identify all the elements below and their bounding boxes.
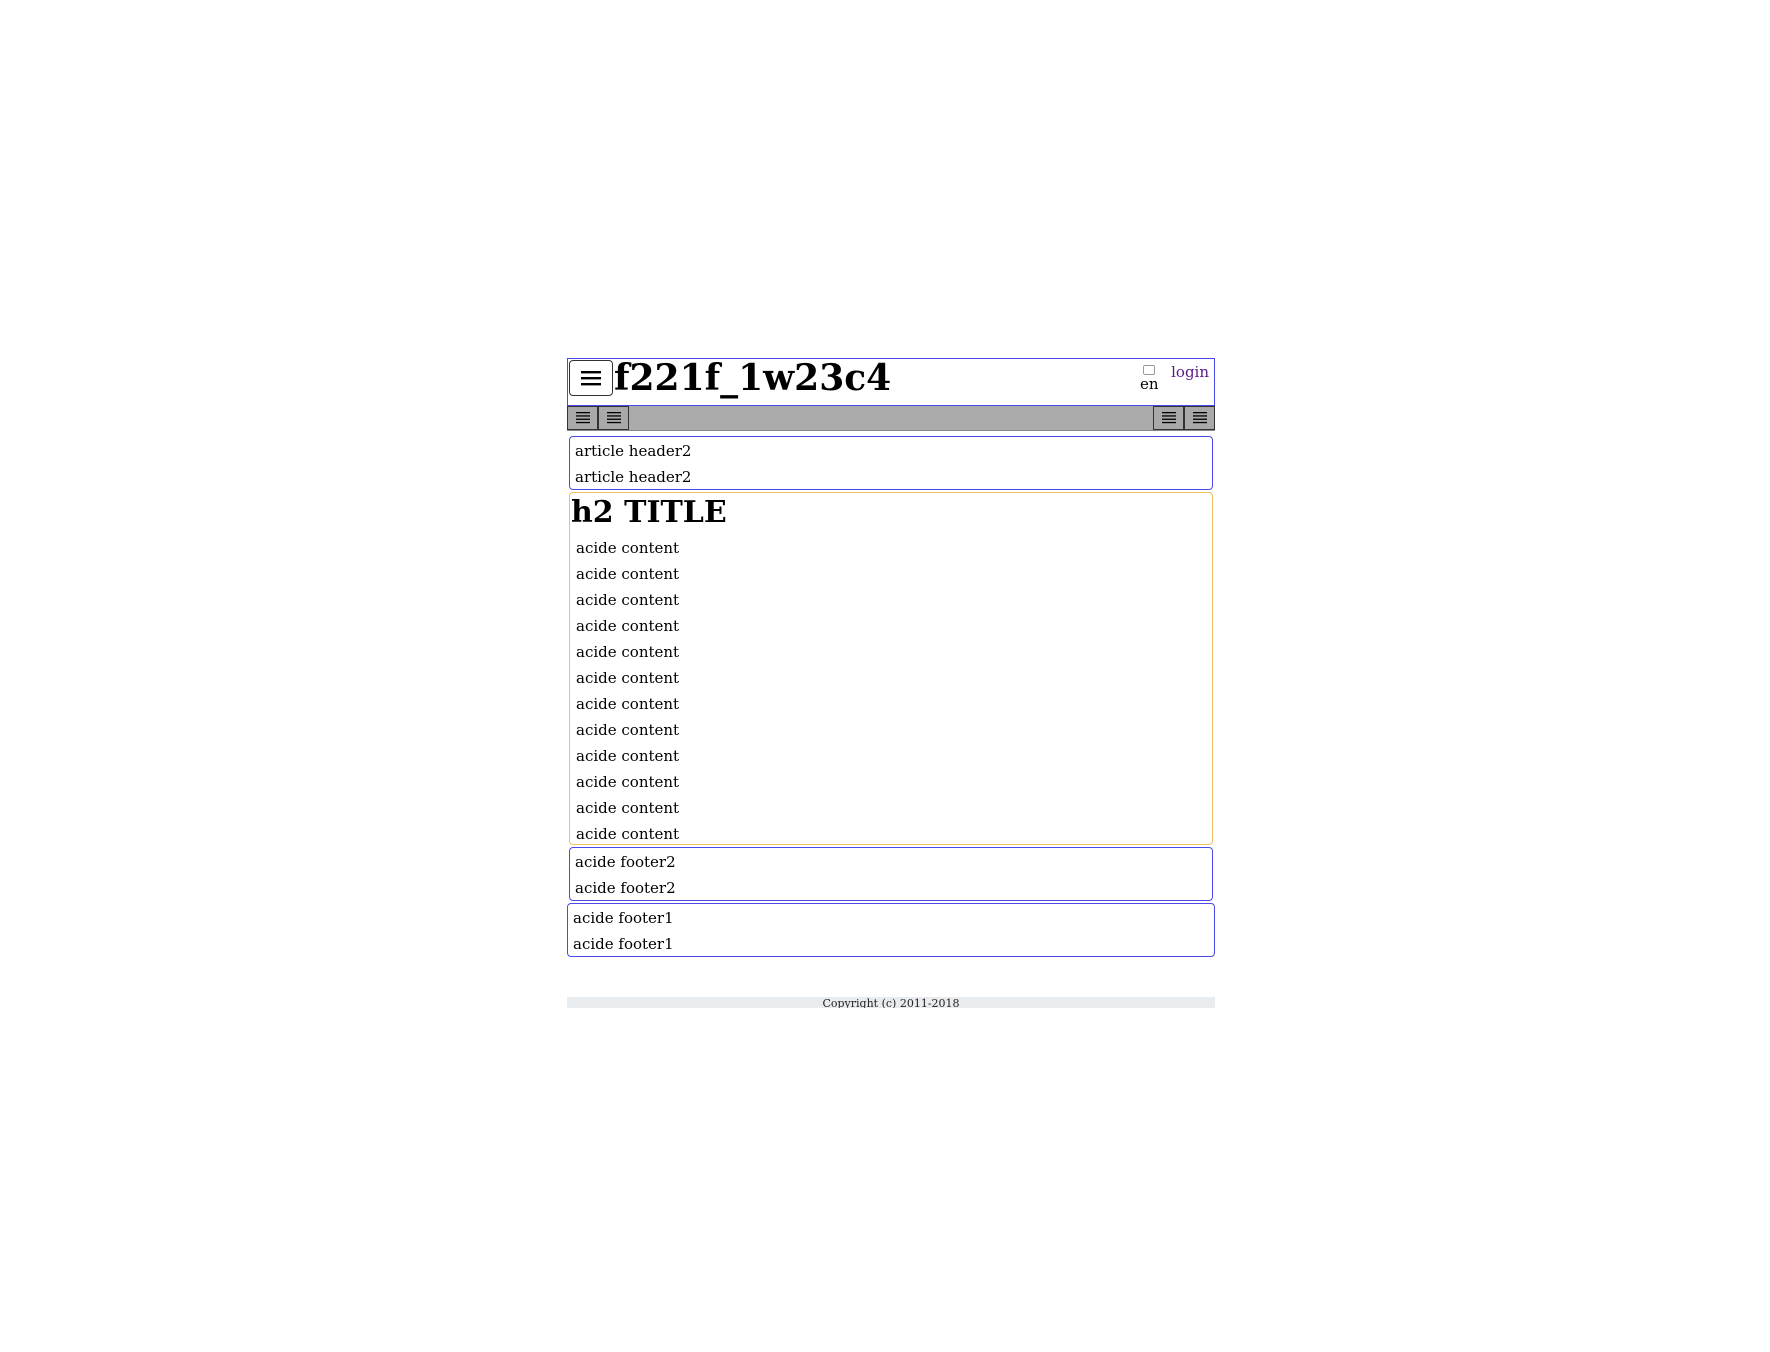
site-title: f221f_1w23c4 [614, 357, 892, 399]
aside-content-line: acide content [576, 799, 680, 817]
aside-footer2-line: acide footer2 [575, 879, 676, 897]
aside-content-line: acide content [576, 565, 680, 583]
aside-footer2: acide footer2 acide footer2 [569, 847, 1213, 901]
aside-content-line: acide content [576, 617, 680, 635]
aside-content-line: acide content [576, 643, 680, 661]
aside-content: h2 TITLE acide content acide content aci… [569, 492, 1213, 845]
menu-button[interactable] [569, 360, 613, 396]
aside-content-line: acide content [576, 825, 680, 843]
list-icon [606, 412, 621, 424]
aside-footer2-line: acide footer2 [575, 853, 676, 871]
toolbar [567, 406, 1215, 431]
list-icon [1161, 412, 1176, 424]
aside-content-line: acide content [576, 721, 680, 739]
aside-footer1-line: acide footer1 [573, 935, 674, 953]
article-header: article header2 article header2 [569, 436, 1213, 490]
article-header-line: article header2 [575, 468, 692, 486]
aside-content-line: acide content [576, 591, 680, 609]
toolbar-right-button-2[interactable] [1184, 406, 1215, 430]
aside-footer1-line: acide footer1 [573, 909, 674, 927]
toolbar-right-button-1[interactable] [1153, 406, 1184, 430]
page: f221f_1w23c4 en login article header2 ar… [567, 358, 1215, 1008]
aside-title: h2 TITLE [571, 495, 727, 530]
language-flag-alt-text: en [1140, 375, 1159, 393]
list-icon [575, 412, 590, 424]
site-footer: Copyright (c) 2011-2018 [567, 997, 1215, 1008]
copyright-text: Copyright (c) 2011-2018 [822, 997, 960, 1008]
toolbar-left-button-1[interactable] [567, 406, 598, 430]
hamburger-icon [581, 371, 601, 386]
aside-content-line: acide content [576, 669, 680, 687]
list-icon [1192, 412, 1207, 424]
login-link[interactable]: login [1171, 363, 1209, 381]
broken-image-icon [1143, 365, 1155, 375]
aside-content-line: acide content [576, 773, 680, 791]
aside-footer1: acide footer1 acide footer1 [567, 903, 1215, 957]
aside-content-line: acide content [576, 695, 680, 713]
language-flag-image[interactable]: en [1140, 365, 1159, 397]
aside-content-line: acide content [576, 747, 680, 765]
site-header: f221f_1w23c4 en login [567, 358, 1215, 406]
article-header-line: article header2 [575, 442, 692, 460]
aside-content-line: acide content [576, 539, 680, 557]
toolbar-left-button-2[interactable] [598, 406, 629, 430]
